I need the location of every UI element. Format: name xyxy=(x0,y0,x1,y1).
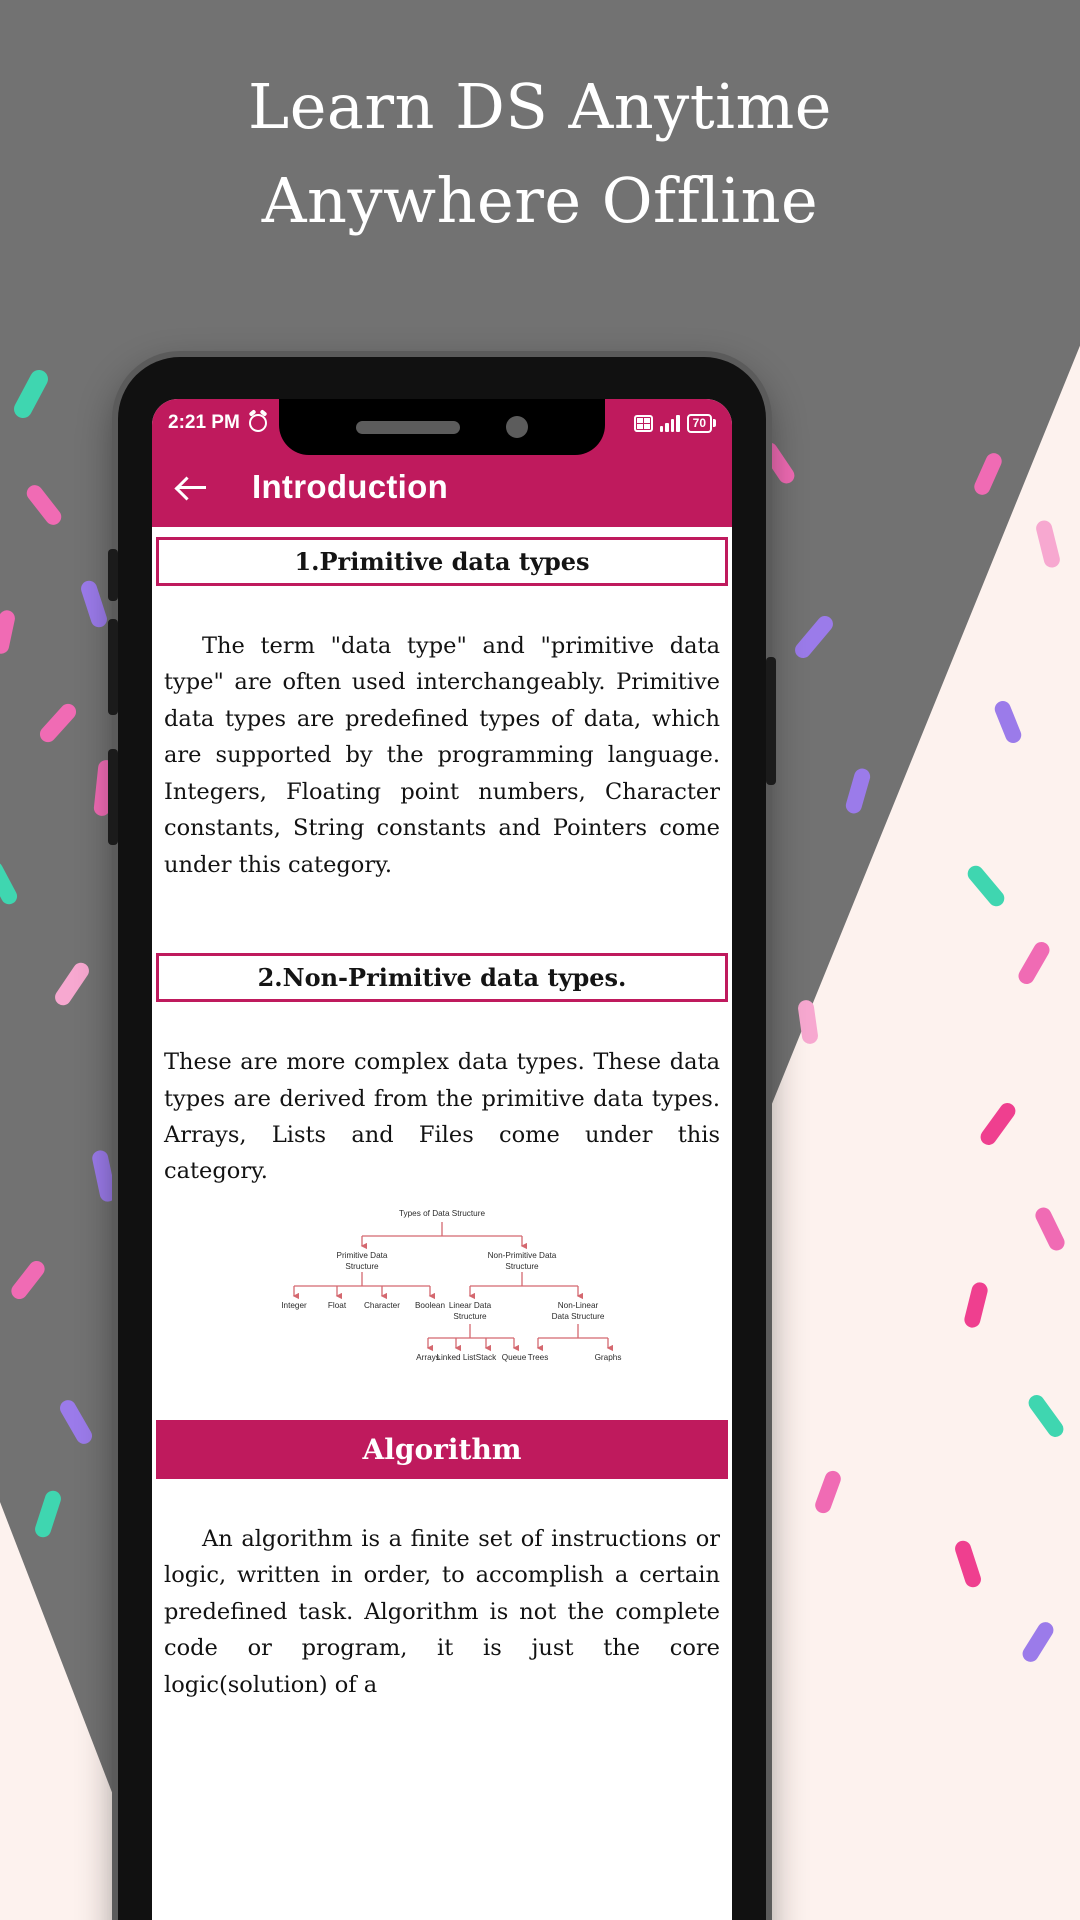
diagram-label-integer: Integer xyxy=(281,1301,307,1310)
photo-icon xyxy=(633,414,653,432)
volume-button-up[interactable] xyxy=(108,549,118,601)
confetti-piece xyxy=(791,612,837,662)
confetti-piece xyxy=(90,1148,118,1204)
mute-switch[interactable] xyxy=(108,749,118,845)
confetti-piece xyxy=(57,1397,95,1447)
back-arrow-icon[interactable] xyxy=(176,470,210,504)
signal-bars-icon xyxy=(659,414,680,432)
confetti-piece xyxy=(10,366,52,422)
diagram-label-linear-2: Structure xyxy=(453,1312,487,1321)
status-bar-left: 2:21 PM xyxy=(168,412,267,434)
confetti-piece xyxy=(23,481,65,529)
data-structure-tree-diagram: Types of Data Structure Primitive Data S… xyxy=(152,1190,732,1420)
article-content[interactable]: 1.Primitive data types The term "data ty… xyxy=(152,527,732,1920)
section-body-primitive: The term "data type" and "primitive data… xyxy=(164,633,720,878)
section-heading-label: 2.Non-Primitive data types. xyxy=(257,963,627,993)
page-title: Introduction xyxy=(252,468,449,505)
confetti-piece xyxy=(78,578,110,630)
section-heading-algorithm: Algorithm xyxy=(156,1419,728,1479)
battery-icon: 70 xyxy=(686,413,716,433)
diagram-label-stack: Stack xyxy=(476,1353,497,1362)
confetti-piece xyxy=(51,959,93,1009)
headline-line-2: Anywhere Offline xyxy=(261,164,819,238)
phone-notch xyxy=(279,399,605,455)
status-bar-right: 70 xyxy=(633,413,716,433)
section-heading-nonprimitive: 2.Non-Primitive data types. xyxy=(156,953,728,1003)
confetti-piece xyxy=(0,858,20,908)
headline-line-1: Learn DS Anytime xyxy=(248,70,832,143)
diagram-label-character: Character xyxy=(364,1301,400,1310)
section-body-algorithm: An algorithm is a finite set of instruct… xyxy=(164,1525,720,1698)
alarm-icon xyxy=(248,414,267,432)
confetti-piece xyxy=(8,1257,48,1303)
confetti-piece xyxy=(843,766,873,816)
diagram-label-float: Float xyxy=(328,1301,347,1310)
tree-diagram-svg: Types of Data Structure Primitive Data S… xyxy=(281,1209,622,1362)
volume-button-down[interactable] xyxy=(108,619,118,715)
confetti-piece xyxy=(971,450,1005,498)
diagram-label-queue: Queue xyxy=(502,1353,527,1362)
diagram-label-root: Types of Data Structure xyxy=(399,1209,485,1218)
diagram-label-graphs: Graphs xyxy=(595,1353,622,1362)
front-camera-icon xyxy=(506,416,528,438)
confetti-piece xyxy=(0,608,17,656)
power-button[interactable] xyxy=(766,657,776,785)
earpiece-speaker xyxy=(356,420,460,434)
diagram-label-nonlinear-1: Non-Linear xyxy=(558,1301,599,1310)
diagram-label-linkedlist: Linked List xyxy=(436,1353,476,1362)
section-heading-label: 1.Primitive data types xyxy=(294,547,590,576)
status-time: 2:21 PM xyxy=(168,412,240,433)
diagram-label-trees: Trees xyxy=(528,1353,549,1362)
promo-screenshot: Learn DS Anytime Anywhere Offline 2:21 P… xyxy=(0,0,1080,1920)
diagram-label-boolean: Boolean xyxy=(415,1301,445,1310)
phone-screen: 2:21 PM 70 Introduction 1.Primitive data… xyxy=(152,399,732,1920)
section-heading-label: Algorithm xyxy=(362,1432,522,1466)
battery-cap xyxy=(713,419,716,427)
section-heading-primitive: 1.Primitive data types xyxy=(156,537,728,586)
confetti-piece xyxy=(32,1488,64,1540)
diagram-label-linear-1: Linear Data xyxy=(449,1301,492,1310)
promo-headline: Learn DS Anytime Anywhere Offline xyxy=(0,60,1080,248)
diagram-label-nonprimitive-2: Structure xyxy=(505,1262,539,1271)
diagram-label-primitive-2: Structure xyxy=(345,1262,379,1271)
battery-level-label: 70 xyxy=(686,413,712,433)
section-body-nonprimitive: These are more complex data types. These… xyxy=(164,1049,720,1185)
phone-mockup: 2:21 PM 70 Introduction 1.Primitive data… xyxy=(108,357,776,1920)
diagram-label-nonlinear-2: Data Structure xyxy=(552,1312,605,1321)
app-bar: Introduction xyxy=(152,447,732,527)
diagram-label-primitive-1: Primitive Data xyxy=(337,1251,388,1260)
diagram-label-nonprimitive-1: Non-Primitive Data xyxy=(488,1251,557,1260)
confetti-piece xyxy=(36,700,80,746)
